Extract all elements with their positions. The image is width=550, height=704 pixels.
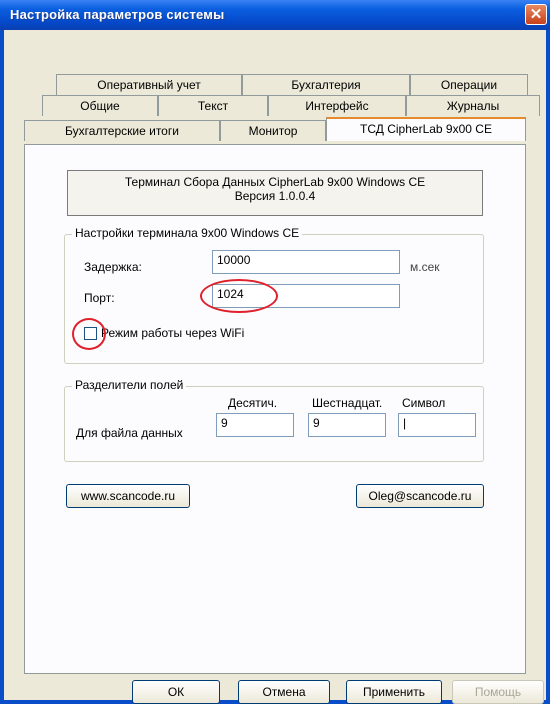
hex-input[interactable]: 9 [308, 413, 386, 437]
port-highlight-ring [200, 279, 278, 313]
tab-operations[interactable]: Операции [410, 74, 528, 95]
email-button[interactable]: Oleg@scancode.ru [356, 484, 484, 508]
tab-general[interactable]: Общие [42, 95, 158, 116]
decimal-column-label: Десятич. [228, 396, 278, 410]
decimal-input[interactable]: 9 [216, 413, 294, 437]
title-bar[interactable]: Настройка параметров системы ✕ [0, 0, 550, 30]
close-icon[interactable]: ✕ [525, 4, 547, 25]
delay-unit: м.сек [410, 260, 440, 274]
info-version: Версия 1.0.0.4 [234, 189, 316, 203]
tab-tsd-cipherlab[interactable]: ТСД CipherLab 9x00 CE [326, 117, 526, 141]
delay-input[interactable]: 10000 [212, 250, 400, 274]
settings-dialog: Настройка параметров системы ✕ Оперативн… [0, 0, 550, 704]
help-button[interactable]: Помощь [452, 680, 544, 704]
symbol-column-label: Символ [402, 396, 446, 410]
tab-operational-accounting[interactable]: Оперативный учет [56, 74, 242, 95]
cancel-button[interactable]: Отмена [238, 680, 330, 704]
wifi-label: Режим работы через WiFi [101, 326, 245, 340]
terminal-info-box: Терминал Сбора Данных CipherLab 9x00 Win… [67, 170, 483, 216]
wifi-highlight-ring [72, 318, 106, 350]
terminal-settings-title: Настройки терминала 9x00 Windows CE [72, 226, 303, 240]
tab-journals[interactable]: Журналы [406, 95, 540, 116]
tab-interface[interactable]: Интерфейс [268, 95, 406, 116]
apply-button[interactable]: Применить [346, 680, 442, 704]
tab-monitor[interactable]: Монитор [220, 120, 326, 141]
window-title: Настройка параметров системы [10, 7, 225, 22]
ok-button[interactable]: ОК [132, 680, 220, 704]
delay-label: Задержка: [84, 260, 142, 274]
tab-accounting[interactable]: Бухгалтерия [242, 74, 410, 95]
hex-column-label: Шестнадцат. [312, 396, 383, 410]
info-line-1: Терминал Сбора Данных CipherLab 9x00 Win… [124, 175, 426, 189]
separators-title: Разделители полей [72, 378, 187, 392]
window-frame-right [546, 30, 550, 704]
window-frame-left [0, 30, 4, 704]
data-file-label: Для файла данных [76, 426, 183, 440]
port-label: Порт: [84, 291, 115, 305]
tab-text[interactable]: Текст [158, 95, 268, 116]
website-button[interactable]: www.scancode.ru [66, 484, 190, 508]
tab-accounting-totals[interactable]: Бухгалтерские итоги [24, 120, 220, 141]
symbol-input[interactable]: | [398, 413, 476, 437]
